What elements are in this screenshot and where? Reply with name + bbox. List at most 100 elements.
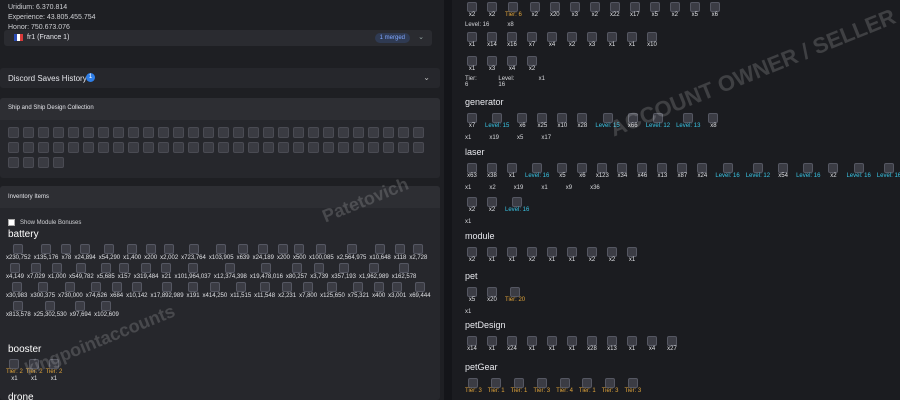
inventory-item[interactable]: x2 [565,32,579,48]
inventory-item[interactable]: Tier: 2 x1 [6,359,23,382]
inventory-item[interactable]: Tier: 1 [511,378,527,394]
inventory-item[interactable]: x639 [237,244,250,261]
ship-icon[interactable] [323,142,334,153]
inventory-item[interactable]: x10,142 [126,282,148,299]
inventory-item[interactable]: x500 [293,244,306,261]
inventory-item[interactable]: x2 [525,247,539,263]
inventory-item[interactable]: x13 [655,163,669,179]
ship-icon[interactable] [278,142,289,153]
inventory-item[interactable]: x125,650 [320,282,345,299]
inventory-item[interactable]: x1 [625,247,639,263]
ship-icon[interactable] [278,127,289,138]
ship-icon[interactable] [413,127,424,138]
inventory-item[interactable]: x2 [585,247,599,263]
inventory-item[interactable]: x24,894 [74,244,96,261]
ship-icon[interactable] [53,142,64,153]
inventory-item[interactable]: x1 [465,56,479,72]
inventory-item[interactable]: x54 [776,163,790,179]
inventory-item[interactable]: x100,085 [309,244,334,261]
ship-icon[interactable] [233,142,244,153]
inventory-item[interactable]: Level: 16 [525,163,549,179]
ship-icon[interactable] [368,127,379,138]
ship-icon[interactable] [173,127,184,138]
chevron-down-icon[interactable]: ⌄ [418,33,424,41]
inventory-item[interactable]: Level: 13 [676,113,700,129]
inventory-item[interactable]: x7 [525,32,539,48]
inventory-item[interactable]: x20 [548,2,562,18]
inventory-item[interactable]: x22 [608,2,622,18]
ship-icon[interactable] [68,142,79,153]
inventory-item[interactable]: x5 [465,287,479,303]
inventory-item[interactable]: x1 [565,336,579,352]
inventory-item[interactable]: x24,189 [253,244,274,261]
inventory-item[interactable]: x103,905 [209,244,234,261]
ship-icon[interactable] [338,142,349,153]
inventory-item[interactable]: Level: 12 [646,113,670,129]
ship-icon[interactable] [383,142,394,153]
inventory-item[interactable]: x8 [706,113,720,129]
ship-icon[interactable] [128,142,139,153]
ship-icon[interactable] [53,157,64,168]
inventory-item[interactable]: x6 [575,163,589,179]
inventory-item[interactable]: x14 [465,336,479,352]
inventory-item[interactable]: x24 [505,336,519,352]
inventory-item[interactable]: Tier: 3 [533,378,550,394]
inventory-item[interactable]: Tier: 3 [465,378,482,394]
ship-icon[interactable] [113,127,124,138]
ship-icon[interactable] [368,142,379,153]
inventory-item[interactable]: x2,002 [160,244,178,261]
inventory-item[interactable]: x1 [545,247,559,263]
inventory-item[interactable]: Level: 16 [505,197,529,213]
inventory-item[interactable]: Level: 16 [715,163,740,179]
inventory-item[interactable]: x1,962,989 [359,263,389,280]
inventory-item[interactable]: x2 [668,2,682,18]
chevron-down-icon[interactable]: ⌄ [423,73,430,82]
ship-icon[interactable] [38,142,49,153]
inventory-item[interactable]: Tier: 20 [505,287,525,303]
inventory-item[interactable]: x1 [545,336,559,352]
inventory-item[interactable]: x300,375 [30,282,55,299]
inventory-item[interactable]: x27 [665,336,679,352]
inventory-item[interactable]: x63 [465,163,479,179]
inventory-item[interactable]: x1 [625,336,639,352]
ship-icon[interactable] [263,142,274,153]
inventory-item[interactable]: x3,001 [388,282,406,299]
ship-icon[interactable] [293,142,304,153]
inventory-item[interactable]: x1 [505,163,519,179]
inventory-item[interactable]: x78 [61,244,72,261]
inventory-item[interactable]: x118 [394,244,406,261]
inventory-item[interactable]: x2,728 [409,244,427,261]
ship-icon[interactable] [158,127,169,138]
inventory-item[interactable]: x730,000 [58,282,83,299]
inventory-item[interactable]: x10,648 [369,244,391,261]
inventory-item[interactable]: x2 [465,197,479,213]
ship-icon[interactable] [203,127,214,138]
ship-icon[interactable] [158,142,169,153]
inventory-item[interactable]: x813,578 [6,301,31,318]
inventory-item[interactable]: x11,548 [254,282,275,299]
inventory-item[interactable]: x3,739 [310,263,328,280]
inventory-item[interactable]: x66 [626,113,640,129]
ship-icon[interactable] [248,127,259,138]
inventory-item[interactable]: x19,478,016 [250,263,283,280]
inventory-item[interactable]: x13 [605,336,619,352]
inventory-item[interactable]: x28 [585,336,599,352]
inventory-item[interactable]: x230,752 [6,244,31,261]
inventory-item[interactable]: x7,029 [27,263,45,280]
inventory-item[interactable]: x34 [615,163,629,179]
inventory-item[interactable]: x80,257 [286,263,307,280]
inventory-item[interactable]: x4 [645,336,659,352]
inventory-item[interactable]: x1 [485,247,499,263]
inventory-item[interactable]: x69,444 [409,282,431,299]
inventory-item[interactable]: x200 [144,244,157,261]
inventory-item[interactable]: x24 [695,163,709,179]
ship-icon[interactable] [68,127,79,138]
ship-icon[interactable] [323,127,334,138]
ship-icon[interactable] [98,127,109,138]
inventory-item[interactable]: Level: 16 [846,163,871,179]
ship-icon[interactable] [113,142,124,153]
ship-icon[interactable] [218,127,229,138]
inventory-item[interactable]: x5 [688,2,702,18]
inventory-item[interactable]: x135,176 [34,244,58,261]
ship-icon[interactable] [173,142,184,153]
